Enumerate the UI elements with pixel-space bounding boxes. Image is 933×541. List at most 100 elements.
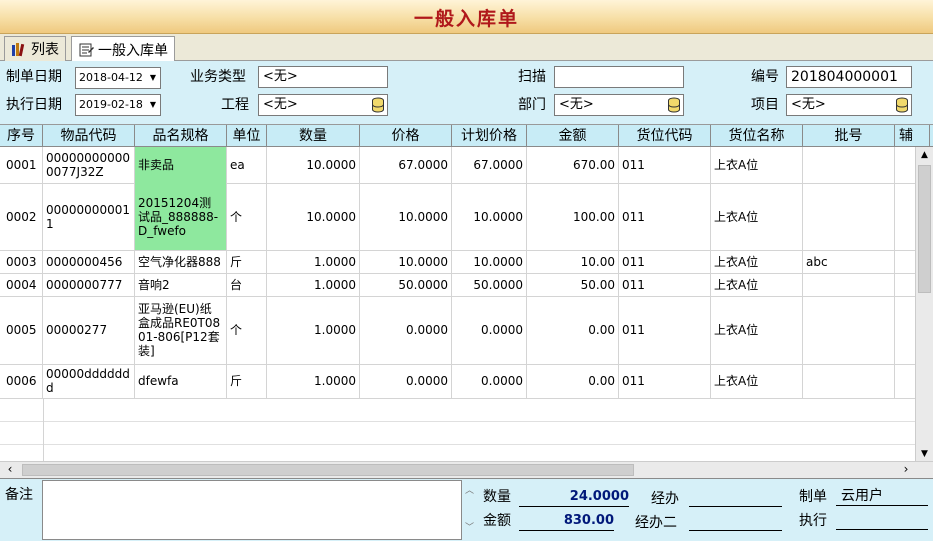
cell-price[interactable]: 10.0000 [360,250,452,273]
cell-loc-name[interactable]: 上衣A位 [711,147,803,183]
database-icon[interactable] [895,97,909,113]
cell-plan-price[interactable]: 0.0000 [452,364,527,398]
chevron-up-icon[interactable]: ▲ [916,147,933,163]
cell-batch[interactable] [803,273,895,296]
col-header-loc-name[interactable]: 货位名称 [711,125,803,147]
cell-unit[interactable]: 台 [227,273,267,296]
cell-unit[interactable]: ea [227,147,267,183]
executor-field[interactable] [836,511,928,530]
tab-inbound-form[interactable]: 一般入库单 [71,36,175,62]
remark-textarea[interactable] [42,480,462,540]
cell-loc-name[interactable]: 上衣A位 [711,183,803,250]
chevron-left-icon[interactable]: ‹ [2,462,18,478]
col-header-qty[interactable]: 数量 [267,125,360,147]
item-field[interactable]: <无> [786,94,912,116]
table-row[interactable]: 0004 0000000777 音响2 台 1.0000 50.0000 50.0000 50… [0,273,915,297]
col-header-price[interactable]: 价格 [360,125,452,147]
database-icon[interactable] [371,97,385,113]
cell-amount[interactable]: 50.00 [527,273,619,296]
scan-input[interactable] [554,66,684,88]
cell-name[interactable]: 非卖品 [135,147,227,183]
cell-name[interactable]: 空气净化器888 [135,250,227,273]
cell-loc-name[interactable]: 上衣A位 [711,250,803,273]
cell-loc-code[interactable]: 011 [619,250,711,273]
col-header-aux[interactable]: 辅 [895,125,930,147]
cell-plan-price[interactable]: 50.0000 [452,273,527,296]
cell-seq[interactable]: 0006 [0,364,43,398]
cell-batch[interactable] [803,364,895,398]
cell-qty[interactable]: 10.0000 [267,183,360,250]
cell-qty[interactable]: 1.0000 [267,296,360,364]
cell-loc-code[interactable]: 011 [619,364,711,398]
cell-price[interactable]: 67.0000 [360,147,452,183]
table-row[interactable]: 0006 00000ddddddd dfewfa 斤 1.0000 0.0000 0.000… [0,364,915,399]
vertical-scrollbar[interactable]: ▲ ▼ [915,147,933,462]
cell-loc-name[interactable]: 上衣A位 [711,364,803,398]
cell-code[interactable]: 000000000000077J32Z [43,147,135,183]
col-header-plan-price[interactable]: 计划价格 [452,125,527,147]
table-row[interactable]: 0001 000000000000077J32Z 非卖品 ea 10.0000 67.00… [0,147,915,184]
cell-code[interactable]: 00000ddddddd [43,364,135,398]
col-header-amount[interactable]: 金额 [527,125,619,147]
project-eng-field[interactable]: <无> [258,94,388,116]
vertical-scroll-thumb[interactable] [918,165,931,293]
cell-batch[interactable] [803,147,895,183]
cell-unit[interactable]: 个 [227,183,267,250]
cell-batch[interactable] [803,296,895,364]
database-icon[interactable] [667,97,681,113]
cell-batch[interactable]: abc [803,250,895,273]
number-field[interactable]: 201804000001 [786,66,912,88]
biz-type-field[interactable]: <无> [258,66,388,88]
col-header-loc-code[interactable]: 货位代码 [619,125,711,147]
cell-plan-price[interactable]: 10.0000 [452,250,527,273]
cell-name[interactable]: 20151204测试品_888888-D_fwefo [135,183,227,250]
cell-unit[interactable]: 个 [227,296,267,364]
chevron-up-icon[interactable]: ︿ [465,483,477,496]
table-row[interactable]: 0002 000000000011 20151204测试品_888888-D_fwe… [0,183,915,251]
horizontal-scroll-thumb[interactable] [22,464,634,476]
cell-seq[interactable]: 0005 [0,296,43,364]
col-header-unit[interactable]: 单位 [227,125,267,147]
cell-price[interactable]: 10.0000 [360,183,452,250]
col-header-code[interactable]: 物品代码 [43,125,135,147]
cell-loc-code[interactable]: 011 [619,296,711,364]
cell-unit[interactable]: 斤 [227,364,267,398]
table-row[interactable]: 0005 00000277 亚马逊(EU)纸盒成品RE0T0801-806[P12套… [0,296,915,365]
cell-seq[interactable]: 0004 [0,273,43,296]
exec-date-field[interactable]: 2019-02-18 ▼ [75,94,161,116]
table-row[interactable]: 0003 0000000456 空气净化器888 斤 1.0000 10.0000 10.0… [0,250,915,274]
cell-qty[interactable]: 1.0000 [267,250,360,273]
cell-loc-name[interactable]: 上衣A位 [711,296,803,364]
cell-loc-code[interactable]: 011 [619,183,711,250]
col-header-seq[interactable]: 序号 [0,125,43,147]
horizontal-scrollbar[interactable]: ‹ › [0,461,933,478]
cell-code[interactable]: 00000277 [43,296,135,364]
chevron-right-icon[interactable]: › [898,462,914,478]
cell-batch[interactable] [803,183,895,250]
handler-field[interactable] [689,488,782,507]
handler2-field[interactable] [689,512,782,531]
cell-seq[interactable]: 0001 [0,147,43,183]
cell-code[interactable]: 0000000777 [43,273,135,296]
chevron-down-icon[interactable]: ▼ [147,96,159,114]
dept-field[interactable]: <无> [554,94,684,116]
cell-price[interactable]: 0.0000 [360,296,452,364]
cell-amount[interactable]: 670.00 [527,147,619,183]
cell-code[interactable]: 0000000456 [43,250,135,273]
cell-qty[interactable]: 1.0000 [267,364,360,398]
cell-name[interactable]: 音响2 [135,273,227,296]
chevron-down-icon[interactable]: ﹀ [465,520,477,533]
cell-seq[interactable]: 0002 [0,183,43,250]
chevron-down-icon[interactable]: ▼ [147,69,159,87]
chevron-down-icon[interactable]: ▼ [916,446,933,462]
make-date-field[interactable]: 2018-04-12 ▼ [75,67,161,89]
cell-plan-price[interactable]: 10.0000 [452,183,527,250]
cell-qty[interactable]: 1.0000 [267,273,360,296]
cell-qty[interactable]: 10.0000 [267,147,360,183]
cell-loc-name[interactable]: 上衣A位 [711,273,803,296]
cell-seq[interactable]: 0003 [0,250,43,273]
tab-list[interactable]: 列表 [4,36,66,61]
remark-scroll-arrows[interactable]: ︿ ﹀ [465,483,477,539]
col-header-batch[interactable]: 批号 [803,125,895,147]
cell-loc-code[interactable]: 011 [619,147,711,183]
